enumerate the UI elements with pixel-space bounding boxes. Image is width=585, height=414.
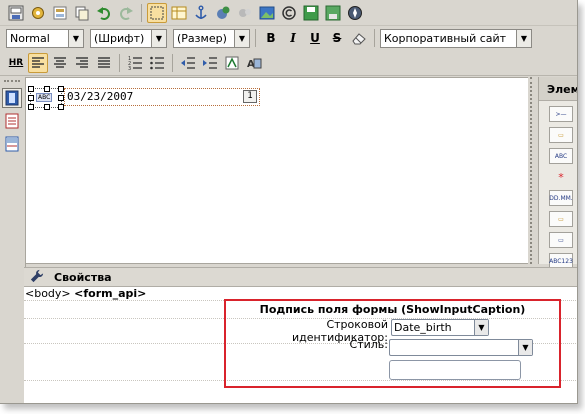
resize-handle[interactable] <box>44 86 50 92</box>
style-select[interactable]: Normal ▼ <box>6 28 84 48</box>
size-select[interactable]: (Размер) ▼ <box>173 28 250 48</box>
element-item[interactable]: DD.MM. <box>549 190 573 206</box>
breadcrumb-form[interactable]: <form_api> <box>74 287 146 300</box>
panel-grip-handle[interactable] <box>530 77 537 264</box>
eraser-icon[interactable] <box>349 28 369 48</box>
align-left-icon[interactable] <box>28 52 48 73</box>
string-id-select[interactable]: Date_birth ▼ <box>391 319 489 336</box>
redo-icon[interactable] <box>116 3 136 23</box>
site-select[interactable]: Корпоративный сайт ▼ <box>380 28 532 48</box>
select-frame-icon[interactable] <box>147 2 167 23</box>
resize-handle[interactable] <box>44 104 50 110</box>
chevron-down-icon: ▼ <box>68 29 83 47</box>
toolbar-separator <box>255 29 256 47</box>
style-select-prop[interactable]: ▼ <box>389 339 533 356</box>
elements-panel: Элементы >— ▭ ABC * DD.MM. ▭ ▭ ABC123 <box>538 77 577 269</box>
design-view-icon[interactable] <box>2 88 22 108</box>
element-item[interactable]: >— <box>549 106 573 122</box>
properties-panel: Свойства <body> <form_api> Подпись поля … <box>24 267 577 403</box>
chevron-down-icon: ▼ <box>516 29 531 47</box>
format-toolbar: Normal ▼ (Шрифт) ▼ (Размер) ▼ B I U S Ко… <box>0 26 577 50</box>
component-title: Подпись поля формы (ShowInputCaption) <box>259 303 526 316</box>
highlight-frame: Подпись поля формы (ShowInputCaption) Ст… <box>224 299 561 388</box>
italic-button[interactable]: I <box>283 28 303 48</box>
toolbar-separator <box>172 53 173 72</box>
unordered-list-icon[interactable] <box>147 53 167 73</box>
chevron-down-icon: ▼ <box>151 29 166 47</box>
caption-placeholder: ABC <box>36 93 53 102</box>
left-sidebar <box>0 77 26 267</box>
save-icon[interactable] <box>6 3 26 23</box>
elements-panel-title: Элементы <box>539 77 577 101</box>
align-center-icon[interactable] <box>50 53 70 73</box>
date-field[interactable]: 03/23/2007 1 <box>64 88 260 106</box>
date-field-value: 03/23/2007 <box>67 90 134 103</box>
resize-handle[interactable] <box>28 95 34 101</box>
element-item[interactable]: ▭ <box>549 211 573 227</box>
hr-label: HR <box>8 57 24 68</box>
element-item[interactable]: * <box>549 169 573 185</box>
clear-format-icon[interactable] <box>222 53 242 73</box>
editor-window: Normal ▼ (Шрифт) ▼ (Размер) ▼ B I U S Ко… <box>0 0 578 404</box>
breadcrumb-body[interactable]: <body> <box>25 287 71 300</box>
properties-header: Свойства <box>24 267 577 287</box>
element-item[interactable]: ▭ <box>549 232 573 248</box>
split-view-icon[interactable] <box>2 134 22 154</box>
settings-icon[interactable] <box>28 3 48 23</box>
undo-icon[interactable] <box>94 3 114 23</box>
strikethrough-button[interactable]: S <box>327 28 347 48</box>
wrench-icon <box>30 269 44 286</box>
resize-handle[interactable] <box>28 104 34 110</box>
underline-button[interactable]: U <box>305 28 325 48</box>
size-select-value: (Размер) <box>177 31 227 45</box>
toolbar-separator <box>141 3 142 22</box>
chevron-down-icon: ▼ <box>518 340 532 355</box>
selected-caption-element[interactable]: ABC <box>28 86 64 110</box>
chevron-down-icon: ▼ <box>474 320 488 335</box>
indent-icon[interactable] <box>200 53 220 73</box>
ordered-list-icon[interactable]: 123 <box>125 53 145 73</box>
flash-icon[interactable] <box>213 3 233 23</box>
calendar-button[interactable]: 1 <box>243 90 257 103</box>
justify-icon[interactable] <box>94 53 114 73</box>
string-id-value: Date_birth <box>394 321 452 334</box>
outdent-icon[interactable] <box>178 53 198 73</box>
editor-canvas[interactable]: ABC 03/23/2007 1 <box>26 77 528 264</box>
grip-handle[interactable] <box>4 80 20 85</box>
element-item[interactable]: ABC <box>549 148 573 164</box>
image-icon[interactable] <box>257 3 277 23</box>
font-select-value: (Шрифт) <box>94 31 145 45</box>
spellcheck-icon[interactable]: A <box>244 53 264 73</box>
svg-text:3: 3 <box>128 66 131 71</box>
bold-button[interactable]: B <box>261 28 281 48</box>
table-icon[interactable] <box>169 3 189 23</box>
hr-button[interactable]: HR <box>6 53 26 73</box>
caption-text-input[interactable] <box>389 360 521 380</box>
template-icon[interactable] <box>50 3 70 23</box>
toolbar-separator <box>374 29 375 47</box>
save-all-icon[interactable] <box>323 3 343 23</box>
save-green-icon[interactable] <box>301 3 321 23</box>
style-select-value: Normal <box>10 31 50 45</box>
resize-handle[interactable] <box>28 86 34 92</box>
align-right-icon[interactable] <box>72 53 92 73</box>
site-select-value: Корпоративный сайт <box>384 31 507 45</box>
paragraph-toolbar: HR 123 A <box>0 50 577 76</box>
media-icon[interactable] <box>235 3 255 23</box>
font-select[interactable]: (Шрифт) ▼ <box>90 28 167 48</box>
style-label: Стиль: <box>349 338 388 351</box>
main-toolbar <box>0 0 577 26</box>
element-item[interactable]: ▭ <box>549 127 573 143</box>
toolbar-separator <box>119 53 120 72</box>
anchor-icon[interactable] <box>191 3 211 23</box>
compass-icon[interactable] <box>345 3 365 23</box>
copyright-icon[interactable] <box>279 3 299 23</box>
source-view-icon[interactable] <box>2 111 22 131</box>
copy-icon[interactable] <box>72 3 92 23</box>
properties-title: Свойства <box>54 270 112 284</box>
chevron-down-icon: ▼ <box>234 29 249 47</box>
